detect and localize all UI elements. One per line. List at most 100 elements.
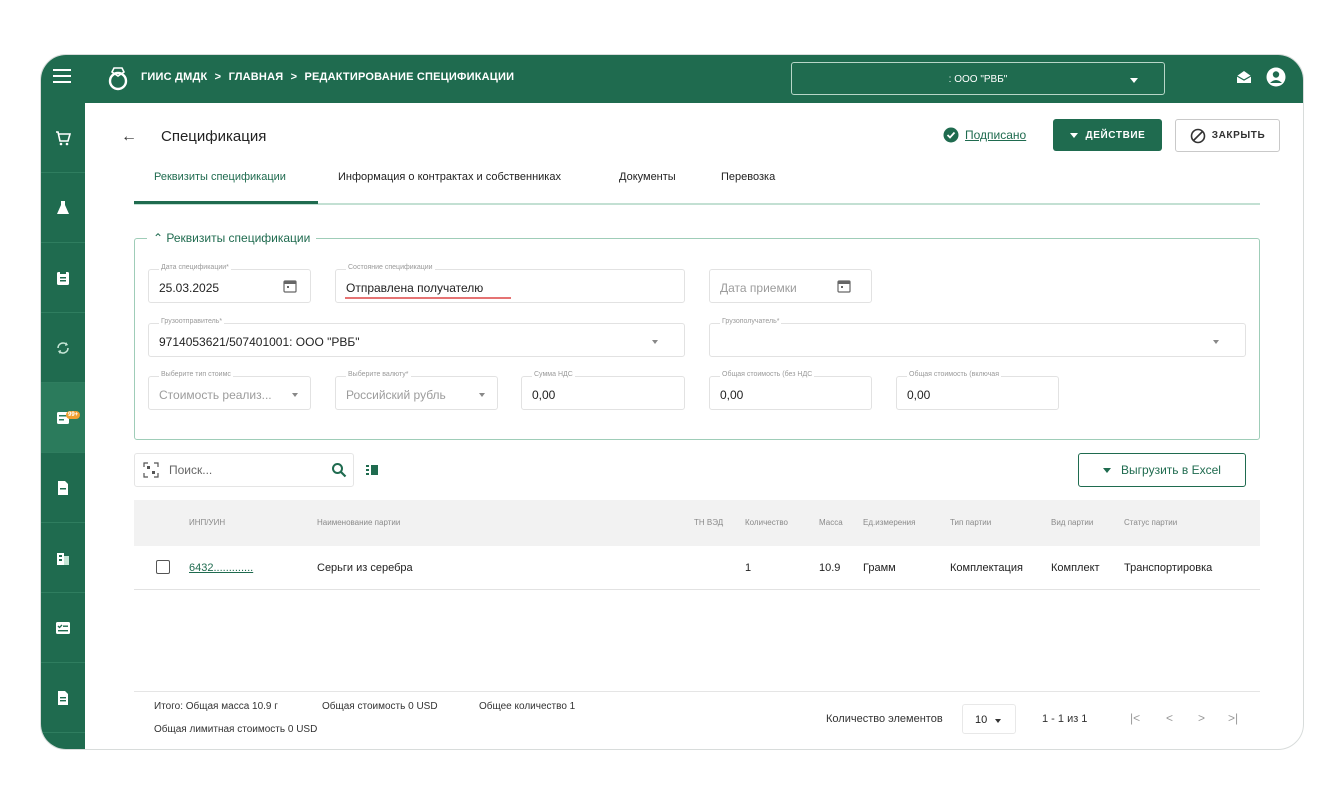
column-header-status[interactable]: Статус партии [1124, 518, 1177, 527]
currency-label: Выберите валюту* [346, 371, 411, 378]
row-name: Серьги из серебра [317, 562, 413, 574]
sidebar-item-checklist[interactable] [41, 593, 85, 663]
total-no-vat-field[interactable]: Общая стоимость (без НДС 0,00 [709, 371, 872, 410]
organization-select[interactable]: : ООО "РВБ" [791, 62, 1165, 95]
close-button[interactable]: ЗАКРЫТЬ [1175, 119, 1280, 152]
menu-icon[interactable] [53, 69, 71, 87]
mail-open-icon[interactable] [1236, 70, 1252, 84]
currency-value: Российский рубль [346, 388, 446, 402]
qr-scan-icon[interactable] [143, 462, 159, 478]
calendar-icon[interactable] [283, 279, 297, 293]
column-header-tnved[interactable]: ТН ВЭД [694, 518, 723, 527]
caret-down-icon [1069, 132, 1078, 138]
checklist-icon [56, 621, 70, 634]
columns-icon[interactable] [365, 463, 379, 477]
ring-logo-icon[interactable] [107, 65, 131, 91]
last-page-icon[interactable]: >| [1228, 711, 1238, 725]
building-icon [57, 552, 69, 565]
first-page-icon[interactable]: |< [1130, 711, 1140, 725]
search-icon[interactable] [331, 462, 347, 478]
row-mass: 10.9 [819, 562, 841, 574]
breadcrumb-separator: > [214, 71, 222, 83]
cost-type-select[interactable]: Выберите тип стоимс Стоимость реализ... [148, 371, 311, 410]
active-tab-indicator [134, 201, 318, 204]
next-page-icon[interactable]: > [1198, 711, 1205, 725]
shipper-value: 9714053621/507401001: ООО "РВБ" [159, 335, 360, 349]
total-with-vat-value: 0,00 [907, 388, 931, 402]
table-header: ИНП/УИН Наименование партии ТН ВЭД Колич… [134, 500, 1260, 546]
signed-status[interactable]: Подписано [943, 127, 1026, 143]
column-header-type[interactable]: Тип партии [950, 518, 991, 527]
column-header-kind[interactable]: Вид партии [1051, 518, 1093, 527]
sidebar-item-lab[interactable] [41, 173, 85, 243]
prev-page-icon[interactable]: < [1166, 711, 1173, 725]
sidebar-item-report[interactable] [41, 663, 85, 733]
sidebar-item-clipboard[interactable] [41, 243, 85, 313]
tab-documents[interactable]: Документы [619, 171, 676, 183]
export-excel-button[interactable]: Выгрузить в Excel [1078, 453, 1246, 487]
back-arrow-icon[interactable]: ← [121, 128, 137, 146]
shipper-label: Грузоотправитель* [159, 318, 225, 325]
tab-contracts-owners[interactable]: Информация о контрактах и собственниках [338, 171, 561, 183]
cancel-circle-icon [1190, 128, 1206, 143]
column-header-name[interactable]: Наименование партии [317, 518, 400, 527]
accept-date-field[interactable]: Дата приемки [709, 269, 872, 303]
sidebar-item-cart[interactable] [41, 103, 85, 173]
table-row[interactable]: 6432............. Серьги из серебра 1 10… [134, 546, 1260, 590]
spec-date-field[interactable]: Дата спецификации* 25.03.2025 [148, 264, 311, 303]
cost-type-value: Стоимость реализ... [159, 388, 272, 402]
accept-date-placeholder: Дата приемки [720, 281, 797, 295]
breadcrumb-root[interactable]: ГИИС ДМДК [141, 71, 207, 83]
row-kind: Комплект [1051, 562, 1100, 574]
column-header-mass[interactable]: Масса [819, 518, 843, 527]
organization-select-value: : ООО "РВБ" [948, 74, 1008, 85]
consignee-label: Грузополучатель* [720, 318, 782, 325]
row-status: Транспортировка [1124, 562, 1213, 574]
column-header-qty[interactable]: Количество [745, 518, 788, 527]
tab-spec-details[interactable]: Реквизиты спецификации [154, 171, 286, 183]
sidebar-item-building[interactable] [41, 523, 85, 593]
page-size-select[interactable]: 10 [962, 704, 1016, 734]
chevron-down-icon [1130, 78, 1138, 83]
spellcheck-underline [345, 297, 511, 299]
breadcrumb: ГИИС ДМДК > ГЛАВНАЯ > РЕДАКТИРОВАНИЕ СПЕ… [141, 71, 518, 83]
chevron-up-icon: ⌃ [153, 231, 164, 245]
consignee-select[interactable]: Грузополучатель* [709, 318, 1246, 357]
vat-sum-value: 0,00 [532, 388, 556, 402]
sidebar-item-specifications[interactable]: 99+ [41, 383, 85, 453]
total-no-vat-label: Общая стоимость (без НДС [720, 371, 815, 378]
section-toggle[interactable]: ⌃ Реквизиты спецификации [147, 231, 317, 245]
calendar-icon[interactable] [837, 279, 851, 293]
flask-icon [57, 200, 69, 214]
action-button-label: ДЕЙСТВИЕ [1085, 129, 1146, 141]
spec-date-value: 25.03.2025 [159, 281, 220, 295]
breadcrumb-home[interactable]: ГЛАВНАЯ [229, 71, 284, 83]
breadcrumb-separator: > [290, 71, 298, 83]
sidebar-item-sync[interactable] [41, 313, 85, 383]
app-window: ГИИС ДМДК > ГЛАВНАЯ > РЕДАКТИРОВАНИЕ СПЕ… [40, 54, 1304, 750]
report-icon [58, 690, 68, 705]
action-button[interactable]: ДЕЙСТВИЕ [1053, 119, 1162, 151]
section-title: Реквизиты спецификации [166, 231, 311, 245]
sidebar-item-file[interactable] [41, 453, 85, 523]
row-checkbox[interactable] [156, 560, 170, 574]
total-with-vat-field[interactable]: Общая стоимость (включая 0,00 [896, 371, 1059, 410]
tab-bar: Реквизиты спецификации Информация о конт… [134, 165, 1260, 205]
sidebar: 99+ [41, 103, 85, 749]
column-header-inp[interactable]: ИНП/УИН [189, 518, 225, 527]
close-button-label: ЗАКРЫТЬ [1211, 130, 1266, 141]
verified-check-icon [943, 127, 959, 143]
vat-sum-field[interactable]: Сумма НДС 0,00 [521, 371, 685, 410]
user-account-icon[interactable] [1266, 67, 1286, 87]
column-header-unit[interactable]: Ед.измерения [863, 518, 915, 527]
tab-transportation[interactable]: Перевозка [721, 171, 775, 183]
caret-down-icon [1103, 467, 1112, 473]
total-mass: Итого: Общая масса 10.9 г [154, 701, 278, 712]
row-inp-link[interactable]: 6432............. [189, 562, 253, 574]
signed-link[interactable]: Подписано [965, 128, 1026, 142]
row-unit: Грамм [863, 562, 896, 574]
search-placeholder: Поиск... [169, 463, 213, 477]
search-input[interactable]: Поиск... [134, 453, 354, 487]
currency-select[interactable]: Выберите валюту* Российский рубль [335, 371, 498, 410]
shipper-select[interactable]: Грузоотправитель* 9714053621/507401001: … [148, 318, 685, 357]
